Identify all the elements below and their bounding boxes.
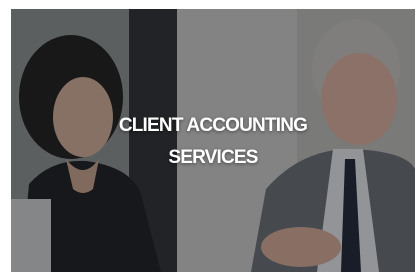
card-title: CLIENT ACCOUNTING SERVICES	[11, 110, 415, 174]
service-card-client-accounting[interactable]: CLIENT ACCOUNTING SERVICES	[11, 9, 415, 272]
card-title-line-2: SERVICES	[168, 147, 258, 168]
card-title-line-1: CLIENT ACCOUNTING	[118, 115, 308, 136]
